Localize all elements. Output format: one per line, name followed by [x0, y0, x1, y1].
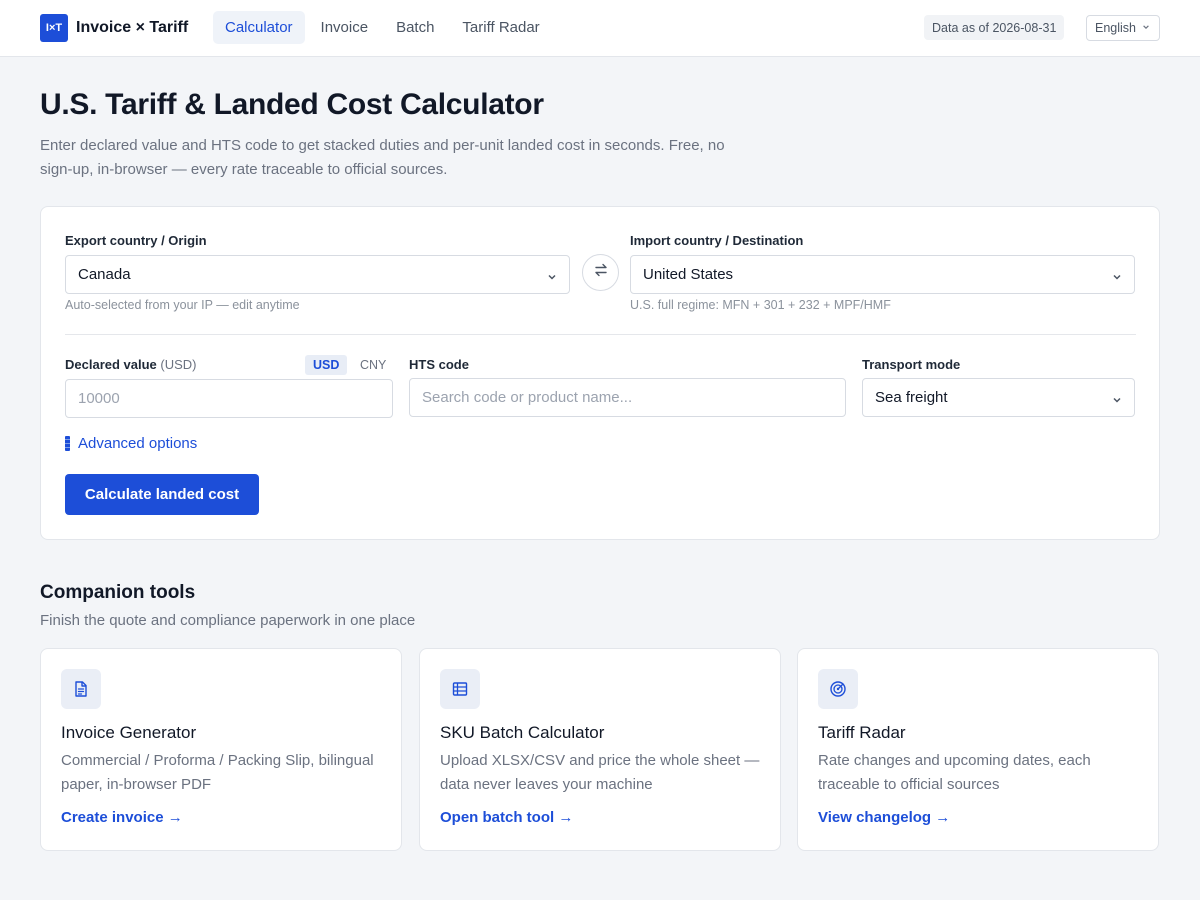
- tool-title: Invoice Generator: [61, 723, 197, 742]
- swap-icon: [593, 262, 609, 283]
- origin-hint: Auto-selected from your IP — edit anytim…: [65, 298, 300, 312]
- declared-value-label: Declared value (USD): [65, 357, 197, 372]
- companion-tools-subtitle: Finish the quote and compliance paperwor…: [40, 612, 416, 629]
- advanced-options-label: Advanced options: [78, 435, 198, 452]
- swap-countries-button[interactable]: [582, 254, 619, 291]
- chevron-down-icon: [1112, 392, 1122, 403]
- destination-value: United States: [643, 266, 734, 283]
- hts-code-input[interactable]: Search code or product name...: [409, 378, 846, 417]
- transport-mode-select[interactable]: Sea freight: [862, 378, 1135, 417]
- companion-tools-title: Companion tools: [40, 582, 196, 603]
- nav-tariff-radar[interactable]: Tariff Radar: [450, 11, 551, 44]
- create-invoice-link[interactable]: Create invoice →: [61, 809, 183, 826]
- declared-value-unit: (USD): [160, 357, 197, 372]
- chevron-down-icon: [547, 269, 557, 280]
- language-label: English: [1095, 21, 1136, 35]
- form-divider: [65, 334, 1136, 335]
- tool-card-batch[interactable]: SKU Batch Calculator Upload XLSX/CSV and…: [419, 648, 781, 851]
- advanced-options-toggle[interactable]: Advanced options: [65, 435, 197, 452]
- chevron-down-icon: [1142, 23, 1150, 33]
- nav-batch[interactable]: Batch: [384, 11, 446, 44]
- table-icon: [440, 669, 480, 709]
- declared-value-label-text: Declared value: [65, 357, 157, 372]
- nav-invoice[interactable]: Invoice: [309, 11, 381, 44]
- view-changelog-link[interactable]: View changelog →: [818, 809, 950, 826]
- currency-usd-toggle[interactable]: USD: [305, 355, 348, 375]
- nav-calculator[interactable]: Calculator: [213, 11, 305, 44]
- tool-card-invoice[interactable]: Invoice Generator Commercial / Proforma …: [40, 648, 402, 851]
- expand-icon: [65, 436, 70, 451]
- data-as-of-badge: Data as of 2026-08-31: [924, 15, 1065, 40]
- logo[interactable]: I×T Invoice × Tariff: [40, 14, 188, 42]
- origin-label: Export country / Origin: [65, 233, 207, 248]
- document-icon: [61, 669, 101, 709]
- origin-select[interactable]: Canada: [65, 255, 570, 294]
- tool-title: Tariff Radar: [818, 723, 906, 742]
- app-name: Invoice × Tariff: [76, 19, 189, 36]
- open-batch-tool-link[interactable]: Open batch tool →: [440, 809, 573, 826]
- origin-value: Canada: [78, 266, 131, 283]
- main-nav: Calculator Invoice Batch Tariff Radar: [213, 11, 556, 44]
- calculator-form-card: Export country / Origin Canada Auto-sele…: [40, 206, 1160, 540]
- transport-mode-label: Transport mode: [862, 357, 961, 372]
- transport-mode-value: Sea freight: [875, 389, 948, 406]
- top-bar: I×T Invoice × Tariff Calculator Invoice …: [0, 0, 1200, 57]
- logo-icon: I×T: [40, 14, 68, 42]
- tool-title: SKU Batch Calculator: [440, 723, 605, 742]
- destination-hint: U.S. full regime: MFN + 301 + 232 + MPF/…: [630, 298, 891, 312]
- radar-icon: [818, 669, 858, 709]
- page-subtitle: Enter declared value and HTS code to get…: [40, 137, 725, 178]
- tool-card-radar[interactable]: Tariff Radar Rate changes and upcoming d…: [797, 648, 1159, 851]
- calculate-button[interactable]: Calculate landed cost: [65, 474, 259, 515]
- tool-description: Upload XLSX/CSV and price the whole shee…: [440, 752, 760, 793]
- currency-cny-toggle[interactable]: CNY: [352, 355, 394, 375]
- declared-value-input[interactable]: 10000: [65, 379, 393, 418]
- destination-label: Import country / Destination: [630, 233, 804, 248]
- page-title: U.S. Tariff & Landed Cost Calculator: [40, 88, 544, 121]
- hts-code-label: HTS code: [409, 357, 469, 372]
- tool-description: Rate changes and upcoming dates, each tr…: [818, 752, 1091, 793]
- language-select[interactable]: English: [1086, 15, 1160, 41]
- destination-select[interactable]: United States: [630, 255, 1135, 294]
- tool-description: Commercial / Proforma / Packing Slip, bi…: [61, 752, 374, 793]
- chevron-down-icon: [1112, 269, 1122, 280]
